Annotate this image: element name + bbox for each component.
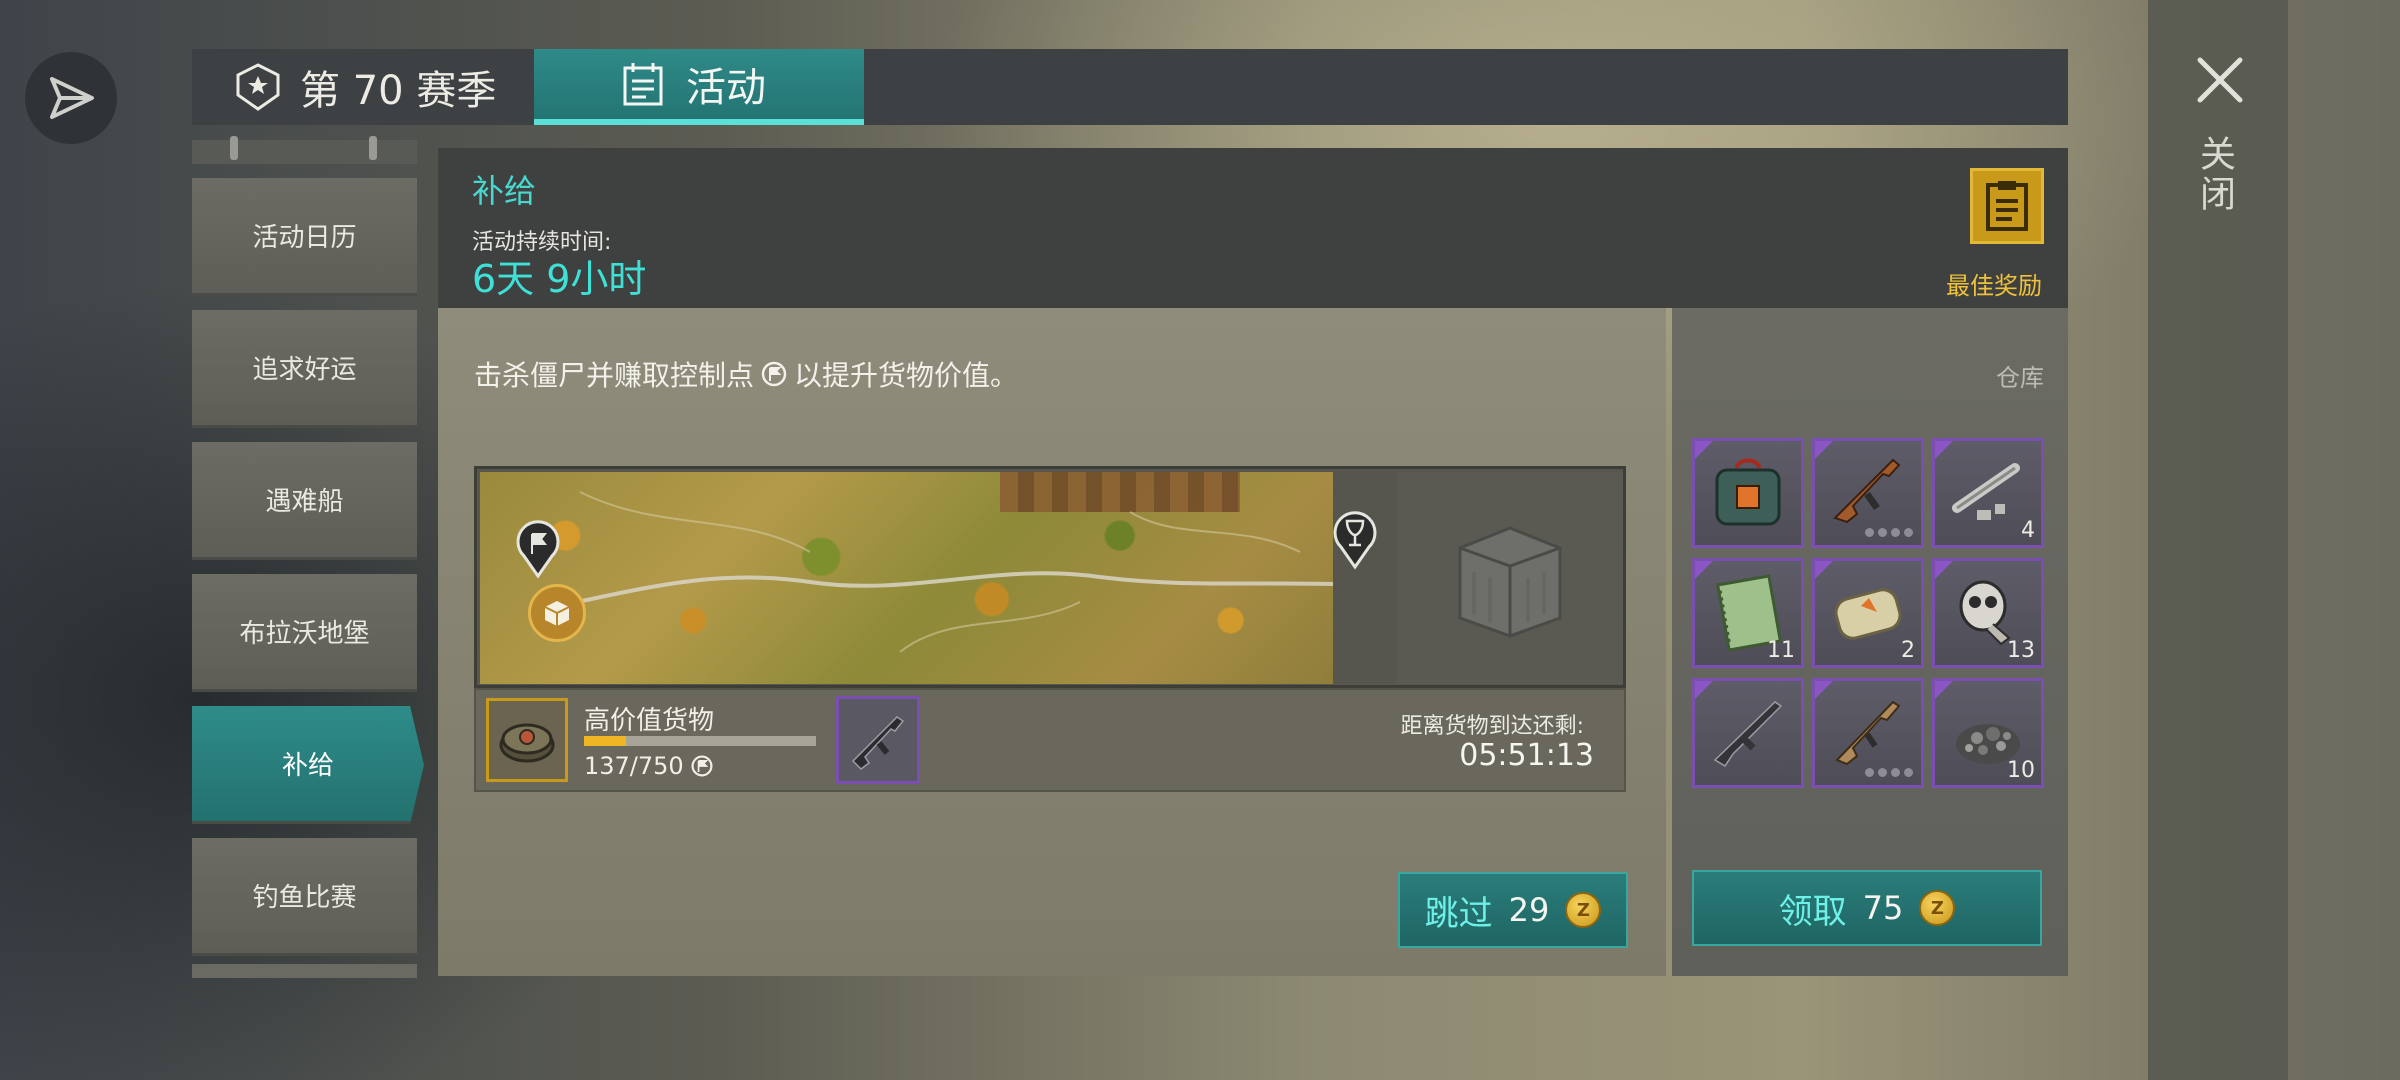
warehouse-slot[interactable]: 4 <box>1932 438 2044 548</box>
control-point-icon <box>761 361 787 387</box>
sidebar-item-label: 补给 <box>281 751 334 781</box>
warehouse-slot[interactable] <box>1692 438 1804 548</box>
route-path <box>529 491 1333 653</box>
sidebar-item-fishing[interactable]: 钓鱼比赛 <box>192 838 417 956</box>
warehouse-slot[interactable] <box>1812 438 1924 548</box>
soap-bar-icon <box>1834 588 1902 640</box>
sidebar-item-shipwreck[interactable]: 遇难船 <box>192 442 417 560</box>
upgrade-dots <box>1865 528 1913 537</box>
route-map <box>474 466 1626 688</box>
season-badge-icon <box>236 63 280 111</box>
sidebar-item-bunker[interactable]: 布拉沃地堡 <box>192 574 417 692</box>
warehouse-slot[interactable]: 13 <box>1932 558 2044 668</box>
claim-button[interactable]: 领取 75 Z <box>1692 870 2042 946</box>
event-sidebar: 活动日历 追求好运 遇难船 布拉沃地堡 补给 钓鱼比赛 <box>192 136 424 978</box>
send-icon <box>50 77 94 119</box>
sidebar-item-supply[interactable]: 补给 <box>192 706 424 824</box>
supply-bag-icon <box>1715 458 1781 526</box>
sidebar-item-label: 追求好运 <box>252 355 357 385</box>
sidebar-item-calendar[interactable]: 活动日历 <box>192 178 417 296</box>
sidebar-item-luck[interactable]: 追求好运 <box>192 310 417 428</box>
control-point-icon <box>691 755 713 777</box>
slot-count: 11 <box>1767 638 1795 663</box>
close-button[interactable] <box>2190 50 2250 110</box>
event-title: 补给 <box>472 172 537 210</box>
cargo-status-row: 高价值货物 137/750 距离货物到达还剩: 05:51:13 <box>474 688 1626 792</box>
best-reward-label[interactable]: 最佳奖励 <box>1946 266 2042 301</box>
destination-crate <box>1397 472 1623 684</box>
best-reward-button[interactable] <box>1970 168 2044 244</box>
cargo-item-slot[interactable] <box>486 698 568 782</box>
assault-rifle-icon <box>851 716 905 770</box>
skip-button[interactable]: 跳过 29 Z <box>1398 872 1628 948</box>
warehouse-slot[interactable]: 11 <box>1692 558 1804 668</box>
slot-count: 13 <box>2007 638 2035 663</box>
crate-icon <box>1458 526 1562 638</box>
edge-strip <box>2288 0 2400 1080</box>
warehouse-slot[interactable]: 10 <box>1932 678 2044 788</box>
description-tail: 以提升货物价值。 <box>794 359 1019 392</box>
route-map-terrain <box>480 472 1333 684</box>
sidebar-item-label: 钓鱼比赛 <box>252 883 357 913</box>
shotgun-icon <box>1713 701 1783 768</box>
claim-label: 领取 <box>1778 891 1847 932</box>
tab-season[interactable]: 第 70 赛季 <box>192 49 534 125</box>
cargo-progress-text: 137/750 <box>584 752 684 780</box>
gold-coin-icon: Z <box>1565 892 1602 928</box>
sidebar-item-label: 布拉沃地堡 <box>239 619 370 649</box>
cargo-progress: 137/750 <box>584 752 714 780</box>
event-panel: 补给 活动持续时间: 6天 9小时 最佳奖励 击杀僵尸并赚取控制点 以提升货物价… <box>438 148 2068 976</box>
event-content: 击杀僵尸并赚取控制点 以提升货物价值。 高价值货物 137/750 距离货物到达… <box>438 308 1666 976</box>
upgrade-dots <box>1865 768 1913 777</box>
panel-header: 补给 活动持续时间: 6天 9小时 最佳奖励 <box>438 148 2068 308</box>
rail-pin <box>369 136 377 160</box>
arrival-countdown: 05:51:13 <box>1459 738 1594 773</box>
cargo-marker-icon <box>528 584 586 642</box>
event-description: 击杀僵尸并赚取控制点 以提升货物价值。 <box>474 354 1018 394</box>
close-label[interactable]: 关闭 <box>2194 135 2240 215</box>
close-icon <box>2197 57 2243 103</box>
map-route-end <box>1333 472 1397 684</box>
slot-count: 10 <box>2007 758 2035 783</box>
tab-activity[interactable]: 活动 <box>534 49 864 125</box>
gold-coin-icon: Z <box>1919 890 1956 926</box>
claim-cost: 75 <box>1862 889 1904 927</box>
warehouse-label: 仓库 <box>1996 364 2044 392</box>
sidebar-next-item[interactable] <box>192 964 417 978</box>
calendar-icon <box>623 63 663 106</box>
slot-count: 4 <box>2021 518 2035 543</box>
warehouse-slot[interactable] <box>1692 678 1804 788</box>
top-tab-bar: 第 70 赛季 活动 <box>192 49 2068 125</box>
duration-value: 6天 9小时 <box>472 257 647 301</box>
season-label: 第 70 赛季 <box>300 68 497 114</box>
sidebar-scroll-rail <box>192 136 417 164</box>
skip-cost: 29 <box>1508 891 1550 929</box>
landmine-icon <box>499 723 555 763</box>
sidebar-item-label: 遇难船 <box>265 487 344 517</box>
warehouse-slot[interactable] <box>1812 678 1924 788</box>
activity-label: 活动 <box>686 65 766 111</box>
arrival-label: 距离货物到达还剩: <box>1400 714 1584 739</box>
send-button[interactable] <box>25 52 117 144</box>
cargo-progress-bar <box>584 736 816 746</box>
destination-marker-icon <box>1333 511 1377 570</box>
sidebar-item-label: 活动日历 <box>252 223 357 253</box>
warehouse-slot[interactable]: 2 <box>1812 558 1924 668</box>
start-flag-marker-icon <box>516 520 560 579</box>
clipboard-icon <box>1986 181 2028 231</box>
tan-rifle-icon <box>1835 700 1901 766</box>
assault-rifle-icon <box>1833 458 1901 524</box>
rail-pin <box>230 136 238 160</box>
cargo-progress-fill <box>584 736 627 746</box>
cargo-reward-slot[interactable] <box>836 696 920 784</box>
description-text: 击杀僵尸并赚取控制点 <box>474 359 755 392</box>
cargo-name: 高价值货物 <box>584 706 715 736</box>
pipe-parts-icon <box>1952 463 2020 520</box>
skip-label: 跳过 <box>1424 893 1493 934</box>
slot-count: 2 <box>1901 638 1915 663</box>
